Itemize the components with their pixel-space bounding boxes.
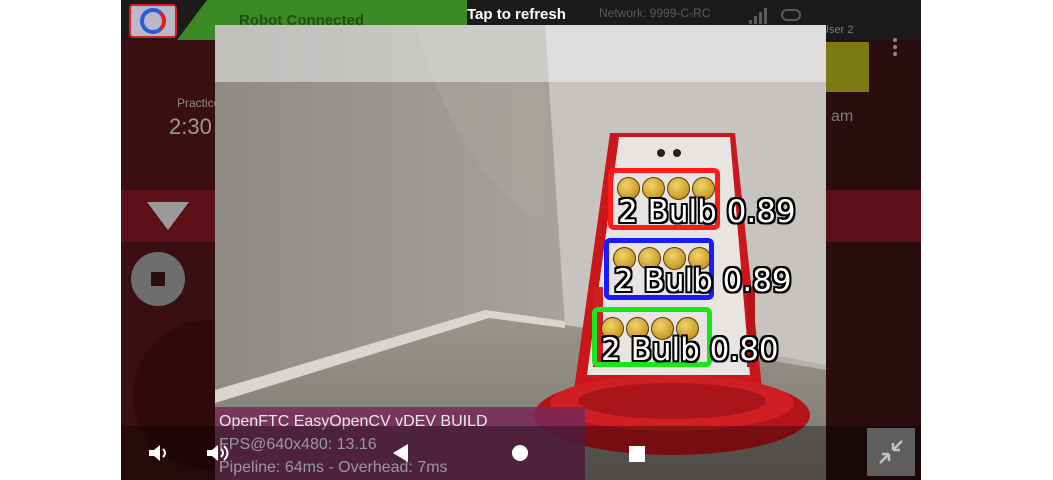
back-triangle-icon[interactable] — [393, 444, 408, 462]
stop-icon — [151, 272, 165, 286]
home-circle-icon[interactable] — [512, 445, 528, 461]
gamepad-status-indicator — [825, 42, 869, 92]
match-timer[interactable]: 2:30 — [169, 114, 212, 140]
practice-label: Practice — [177, 96, 221, 110]
collapse-arrows-icon — [879, 440, 903, 464]
overflow-menu-icon[interactable] — [893, 38, 899, 60]
stop-button[interactable] — [131, 252, 185, 306]
device-screen: Robot Connected Network: 9999-C-RC User … — [121, 0, 921, 480]
camera-top-strip — [215, 25, 826, 82]
network-label: Network: 9999-C-RC — [599, 6, 711, 20]
recents-square-icon[interactable] — [629, 446, 645, 462]
detection-label: 2 Bulb 0.89 — [618, 194, 796, 230]
tap-to-refresh-hint[interactable]: Tap to refresh — [467, 6, 566, 23]
gamepad-icon — [781, 9, 801, 21]
camera-stream-view[interactable]: 2 Bulb 0.89 2 Bulb 0.89 2 Bulb 0.80 Open… — [215, 25, 826, 480]
opmode-down-arrow-icon[interactable] — [147, 202, 189, 230]
team-label: am — [831, 108, 854, 125]
volume-up-icon[interactable] — [205, 442, 231, 464]
detection-label: 2 Bulb 0.80 — [601, 332, 779, 368]
volume-down-icon[interactable] — [147, 442, 171, 464]
collapse-button[interactable] — [867, 428, 915, 476]
detection-label: 2 Bulb 0.89 — [614, 263, 792, 299]
signal-icon — [749, 8, 767, 24]
ftc-logo-icon — [129, 4, 177, 38]
